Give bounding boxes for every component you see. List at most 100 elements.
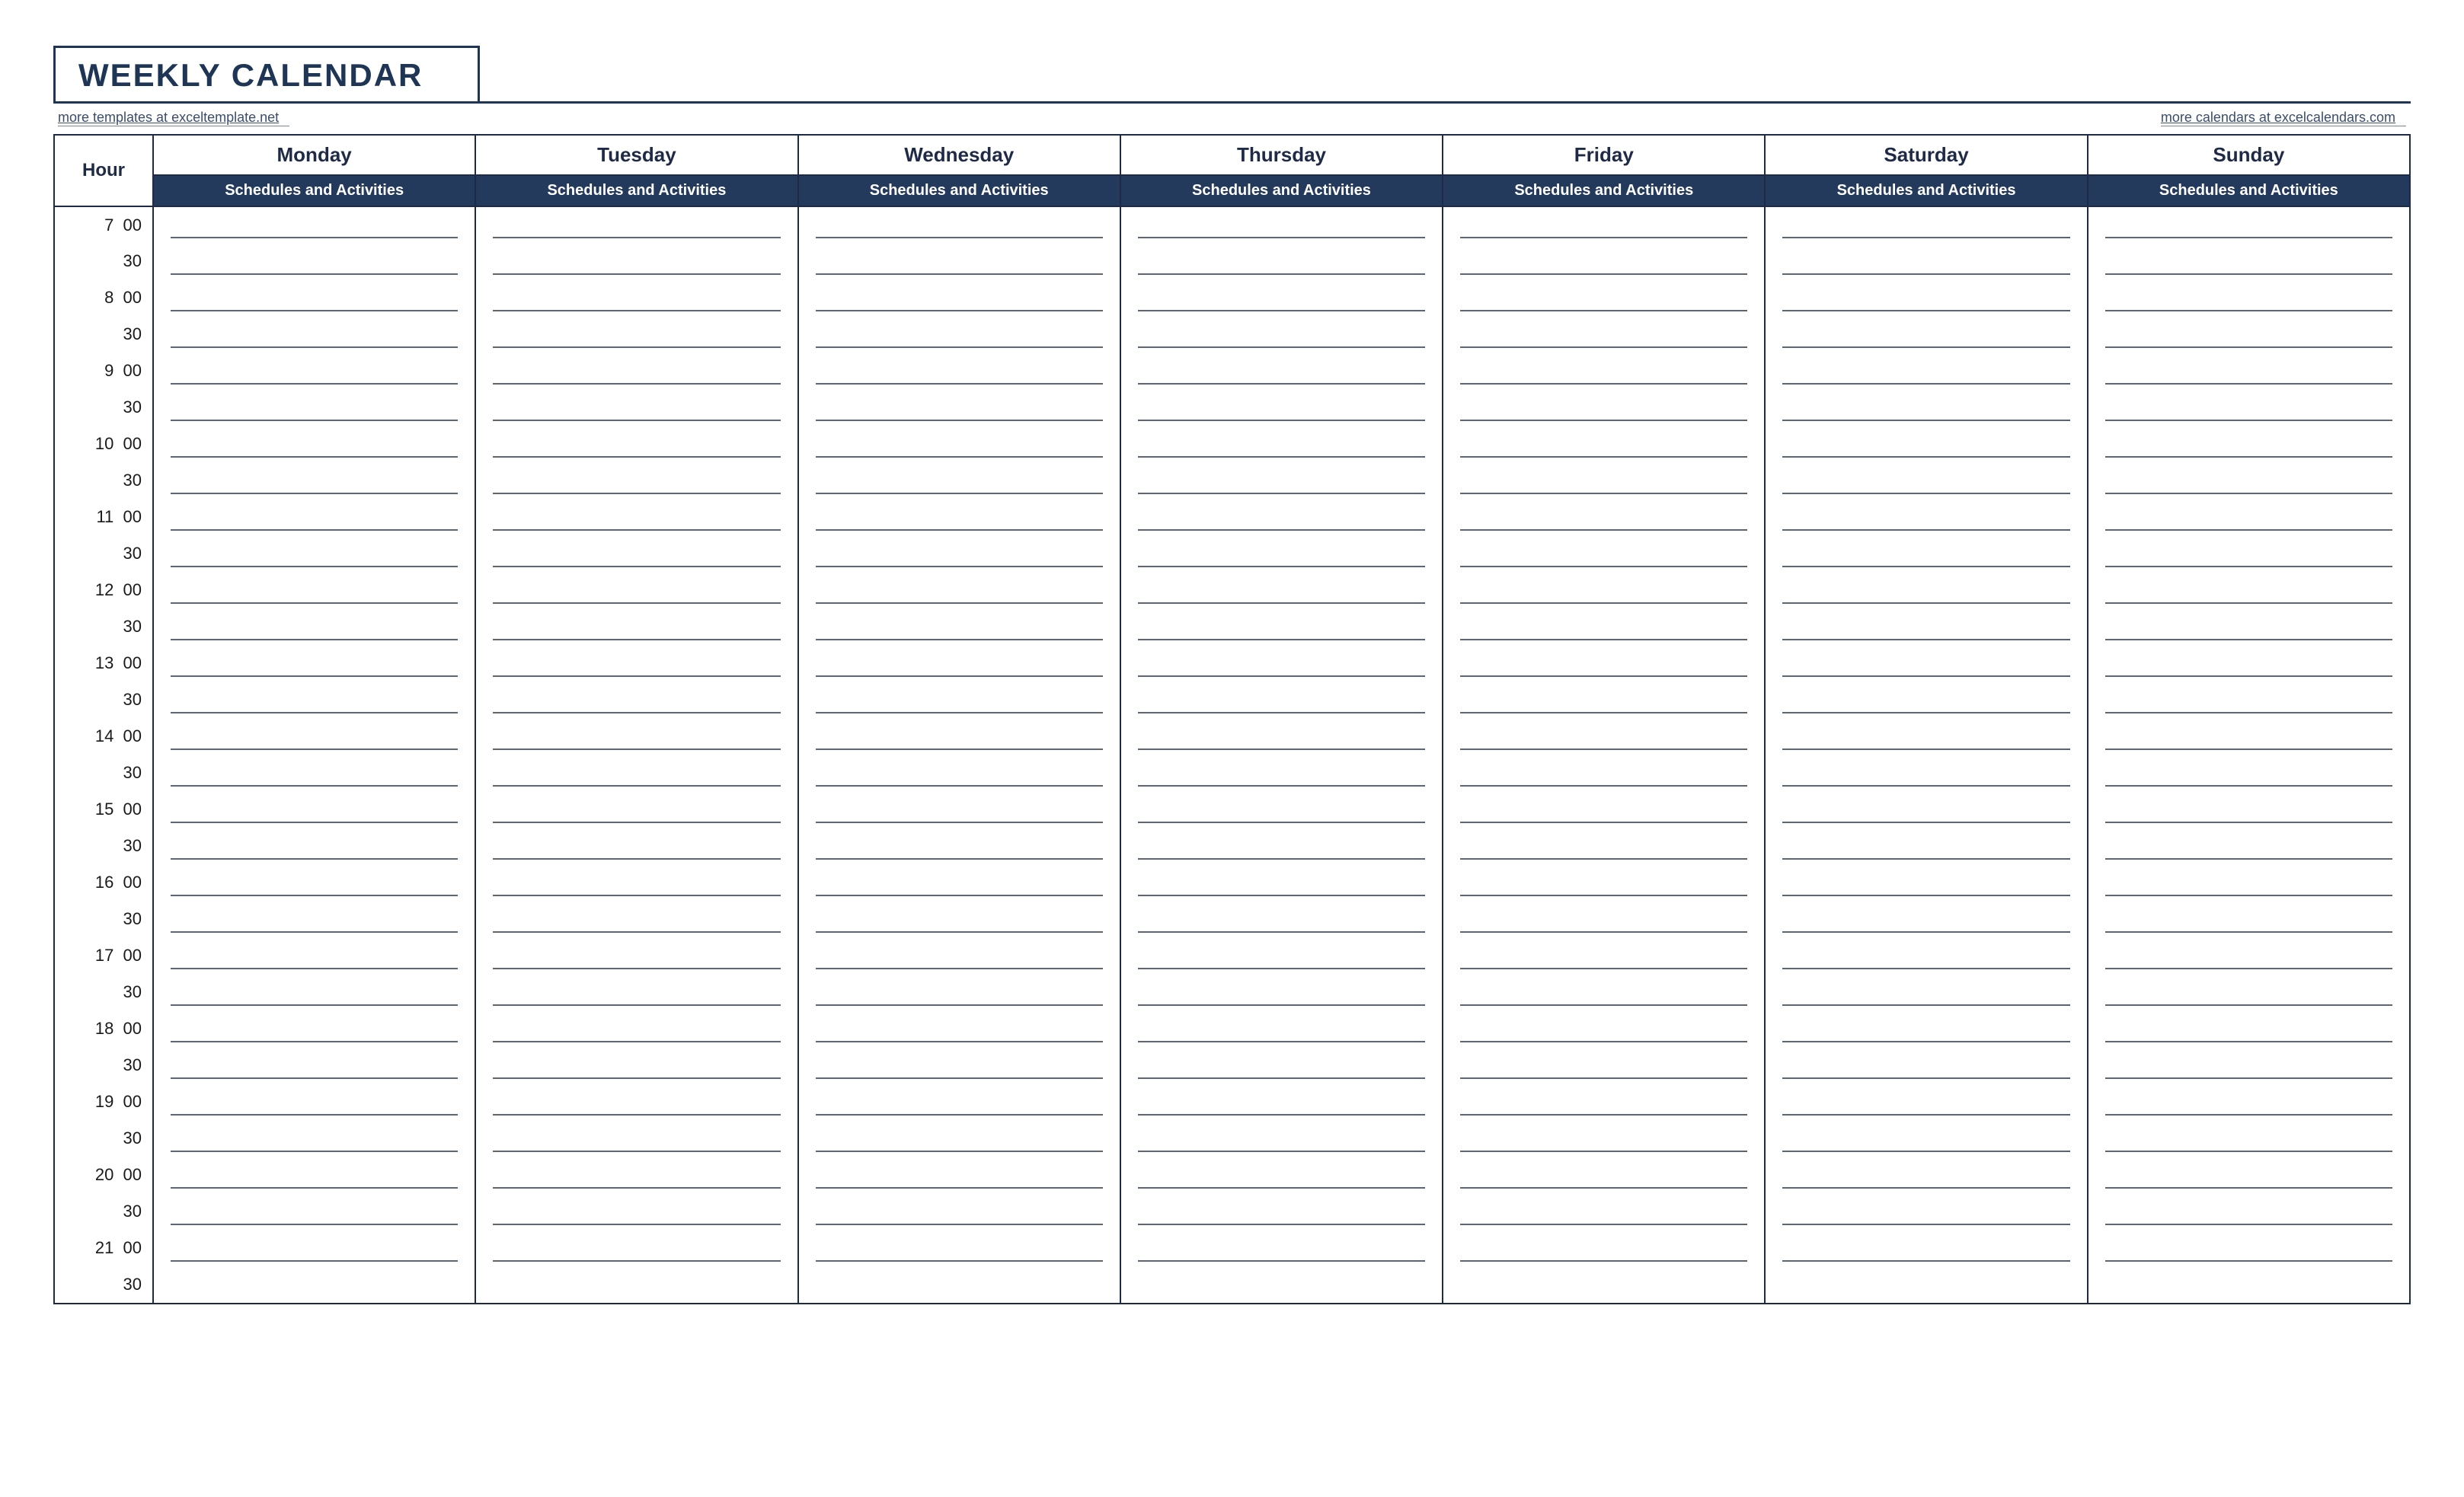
schedule-slot[interactable] <box>1765 426 2087 462</box>
schedule-slot[interactable] <box>153 1010 475 1047</box>
schedule-slot[interactable] <box>1120 864 1443 901</box>
schedule-slot[interactable] <box>153 1084 475 1120</box>
schedule-slot[interactable] <box>2088 645 2410 681</box>
schedule-slot[interactable] <box>1765 279 2087 316</box>
schedule-slot[interactable] <box>1443 572 1765 608</box>
schedule-slot[interactable] <box>1443 937 1765 974</box>
calendars-link[interactable]: more calendars at excelcalendars.com <box>2161 110 2406 126</box>
schedule-slot[interactable] <box>1765 462 2087 499</box>
schedule-slot[interactable] <box>153 974 475 1010</box>
schedule-slot[interactable] <box>153 901 475 937</box>
schedule-slot[interactable] <box>798 1157 1120 1193</box>
schedule-slot[interactable] <box>153 1047 475 1084</box>
schedule-slot[interactable] <box>1120 243 1443 279</box>
schedule-slot[interactable] <box>1120 572 1443 608</box>
schedule-slot[interactable] <box>1443 389 1765 426</box>
schedule-slot[interactable] <box>153 353 475 389</box>
schedule-slot[interactable] <box>798 499 1120 535</box>
schedule-slot[interactable] <box>798 535 1120 572</box>
schedule-slot[interactable] <box>1120 462 1443 499</box>
schedule-slot[interactable] <box>1443 755 1765 791</box>
schedule-slot[interactable] <box>475 1084 797 1120</box>
schedule-slot[interactable] <box>153 1193 475 1230</box>
schedule-slot[interactable] <box>798 718 1120 755</box>
schedule-slot[interactable] <box>153 755 475 791</box>
schedule-slot[interactable] <box>2088 243 2410 279</box>
schedule-slot[interactable] <box>1443 353 1765 389</box>
schedule-slot[interactable] <box>1443 864 1765 901</box>
schedule-slot[interactable] <box>1443 1193 1765 1230</box>
schedule-slot[interactable] <box>153 426 475 462</box>
schedule-slot[interactable] <box>475 1010 797 1047</box>
schedule-slot[interactable] <box>1120 791 1443 828</box>
schedule-slot[interactable] <box>1443 316 1765 353</box>
schedule-slot[interactable] <box>1120 426 1443 462</box>
schedule-slot[interactable] <box>1443 1120 1765 1157</box>
schedule-slot[interactable] <box>1765 1047 2087 1084</box>
schedule-slot[interactable] <box>798 206 1120 243</box>
schedule-slot[interactable] <box>1765 645 2087 681</box>
schedule-slot[interactable] <box>1443 791 1765 828</box>
schedule-slot[interactable] <box>1765 243 2087 279</box>
schedule-slot[interactable] <box>2088 499 2410 535</box>
schedule-slot[interactable] <box>798 1193 1120 1230</box>
schedule-slot[interactable] <box>1120 718 1443 755</box>
schedule-slot[interactable] <box>798 974 1120 1010</box>
schedule-slot[interactable] <box>475 937 797 974</box>
schedule-slot[interactable] <box>2088 316 2410 353</box>
schedule-slot[interactable] <box>2088 608 2410 645</box>
schedule-slot[interactable] <box>1120 1193 1443 1230</box>
schedule-slot[interactable] <box>153 1120 475 1157</box>
schedule-slot[interactable] <box>475 535 797 572</box>
schedule-slot[interactable] <box>153 535 475 572</box>
schedule-slot[interactable] <box>2088 1084 2410 1120</box>
schedule-slot[interactable] <box>1443 499 1765 535</box>
schedule-slot[interactable] <box>2088 755 2410 791</box>
schedule-slot[interactable] <box>1120 1120 1443 1157</box>
schedule-slot[interactable] <box>475 499 797 535</box>
schedule-slot[interactable] <box>2088 1193 2410 1230</box>
schedule-slot[interactable] <box>475 462 797 499</box>
schedule-slot[interactable] <box>798 681 1120 718</box>
schedule-slot[interactable] <box>2088 1157 2410 1193</box>
schedule-slot[interactable] <box>1765 499 2087 535</box>
schedule-slot[interactable] <box>798 755 1120 791</box>
schedule-slot[interactable] <box>2088 791 2410 828</box>
schedule-slot[interactable] <box>475 864 797 901</box>
schedule-slot[interactable] <box>1443 279 1765 316</box>
schedule-slot[interactable] <box>153 828 475 864</box>
schedule-slot[interactable] <box>1765 681 2087 718</box>
schedule-slot[interactable] <box>2088 462 2410 499</box>
schedule-slot[interactable] <box>1443 1266 1765 1304</box>
schedule-slot[interactable] <box>1120 1230 1443 1266</box>
schedule-slot[interactable] <box>1443 243 1765 279</box>
schedule-slot[interactable] <box>1765 1157 2087 1193</box>
schedule-slot[interactable] <box>1443 974 1765 1010</box>
schedule-slot[interactable] <box>798 864 1120 901</box>
schedule-slot[interactable] <box>1120 681 1443 718</box>
schedule-slot[interactable] <box>1443 1230 1765 1266</box>
schedule-slot[interactable] <box>1765 1230 2087 1266</box>
schedule-slot[interactable] <box>1765 1266 2087 1304</box>
schedule-slot[interactable] <box>1765 535 2087 572</box>
schedule-slot[interactable] <box>1120 974 1443 1010</box>
schedule-slot[interactable] <box>1765 718 2087 755</box>
schedule-slot[interactable] <box>475 206 797 243</box>
schedule-slot[interactable] <box>798 828 1120 864</box>
schedule-slot[interactable] <box>1765 974 2087 1010</box>
schedule-slot[interactable] <box>798 462 1120 499</box>
schedule-slot[interactable] <box>1120 353 1443 389</box>
schedule-slot[interactable] <box>475 1157 797 1193</box>
schedule-slot[interactable] <box>2088 572 2410 608</box>
schedule-slot[interactable] <box>1120 535 1443 572</box>
schedule-slot[interactable] <box>798 608 1120 645</box>
schedule-slot[interactable] <box>1120 279 1443 316</box>
schedule-slot[interactable] <box>1120 755 1443 791</box>
schedule-slot[interactable] <box>1765 901 2087 937</box>
schedule-slot[interactable] <box>475 974 797 1010</box>
schedule-slot[interactable] <box>1120 608 1443 645</box>
schedule-slot[interactable] <box>475 426 797 462</box>
schedule-slot[interactable] <box>153 206 475 243</box>
schedule-slot[interactable] <box>2088 901 2410 937</box>
schedule-slot[interactable] <box>798 901 1120 937</box>
